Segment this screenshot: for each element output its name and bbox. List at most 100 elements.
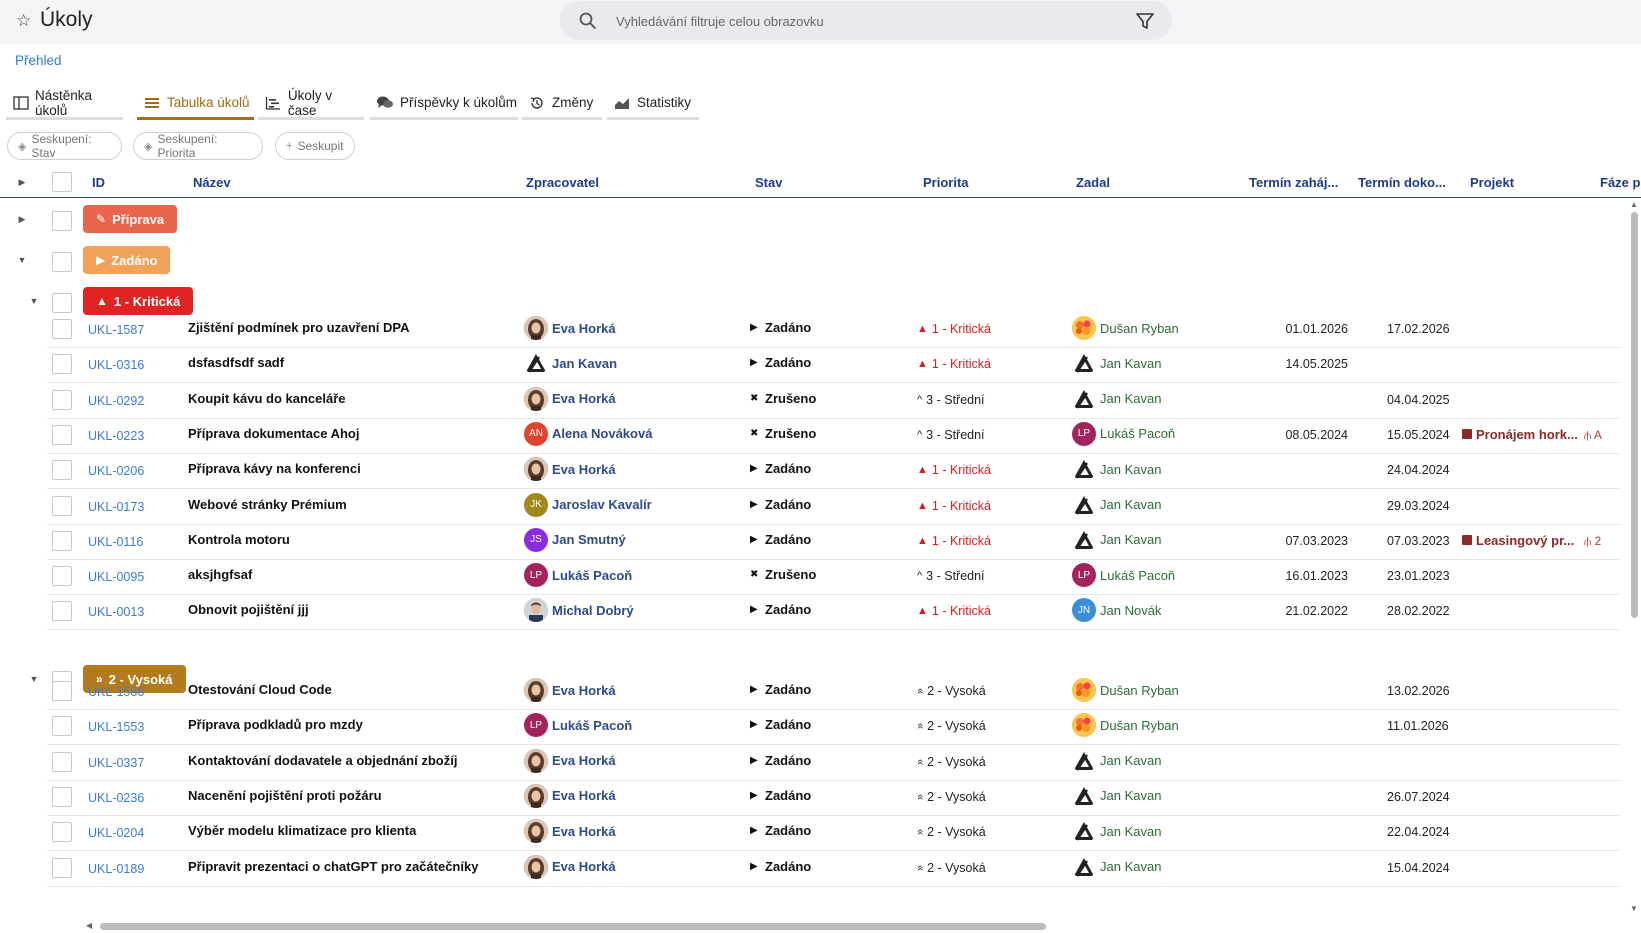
collapse-caret-icon[interactable]: ▼: [16, 255, 28, 265]
assignee-cell[interactable]: AN Alena Nováková: [524, 421, 652, 446]
row-checkbox[interactable]: [52, 319, 72, 339]
column-header-priority[interactable]: Priorita: [923, 175, 969, 190]
task-name[interactable]: Otestování Cloud Code: [188, 682, 498, 697]
assignee-cell[interactable]: Eva Horká: [524, 748, 616, 773]
creator-cell[interactable]: Dušan Ryban: [1072, 713, 1179, 738]
project-link[interactable]: Leasingový pr...: [1462, 533, 1574, 548]
row-checkbox[interactable]: [52, 460, 72, 481]
assignee-cell[interactable]: Eva Horká: [524, 819, 616, 844]
column-header-end-date[interactable]: Termín doko...: [1358, 175, 1450, 190]
row-checkbox[interactable]: [52, 857, 72, 878]
collapse-caret-icon[interactable]: ▼: [28, 296, 40, 306]
column-header-start-date[interactable]: Termín zaháj...: [1249, 175, 1347, 190]
creator-cell[interactable]: Dušan Ryban: [1072, 316, 1179, 340]
breadcrumb-overview[interactable]: Přehled: [15, 53, 62, 68]
tab-board[interactable]: Nástěnka úkolů: [6, 88, 123, 120]
table-row[interactable]: UKL-0173 Webové stránky Prémium JK Jaroslav…: [47, 488, 1620, 525]
column-header-creator[interactable]: Zadal: [1076, 175, 1110, 190]
chip-group-by-state[interactable]: ◈ Seskupení: Stav: [7, 132, 122, 160]
creator-cell[interactable]: Jan Kavan: [1072, 493, 1161, 517]
table-row[interactable]: UKL-0204 Výběr modelu klimatizace pro kli…: [47, 814, 1620, 852]
assignee-cell[interactable]: Eva Horká: [524, 854, 616, 879]
task-id-link[interactable]: UKL-0189: [88, 862, 144, 876]
task-name[interactable]: Zjištění podmínek pro uzavření DPA: [188, 320, 498, 335]
group-checkbox[interactable]: [52, 211, 72, 231]
table-row[interactable]: UKL-0316 dsfasdfsdf sadf Jan Kavan ▶ Zadáno ▲…: [47, 346, 1620, 384]
task-id-link[interactable]: UKL-0223: [88, 429, 144, 443]
row-checkbox[interactable]: [52, 354, 72, 375]
tab-history[interactable]: Změny: [522, 88, 602, 120]
table-row[interactable]: UKL-1553 Příprava podkladů pro mzdy LP Luká…: [47, 708, 1620, 746]
task-name[interactable]: Webové stránky Prémium: [188, 497, 498, 512]
row-checkbox[interactable]: [52, 566, 72, 587]
row-checkbox[interactable]: [52, 389, 72, 410]
column-header-name[interactable]: Název: [193, 175, 231, 190]
column-header-state[interactable]: Stav: [755, 175, 782, 190]
task-name[interactable]: Výběr modelu klimatizace pro klienta: [188, 823, 498, 838]
task-id-link[interactable]: UKL-0236: [88, 791, 144, 805]
table-row[interactable]: UKL-0223 Příprava dokumentace Ahoj AN Alena…: [47, 417, 1620, 454]
table-row[interactable]: UKL-0292 Koupit kávu do kanceláře Eva Hork…: [47, 382, 1620, 419]
column-header-assignee[interactable]: Zpracovatel: [526, 175, 599, 190]
row-checkbox[interactable]: [52, 786, 72, 807]
table-row[interactable]: UKL-0116 Kontrola motoru JS Jan Smutný ▶ Zadá…: [47, 523, 1620, 560]
task-name[interactable]: Připravit prezentaci o chatGPT pro začát…: [188, 859, 498, 874]
assignee-cell[interactable]: JS Jan Smutný: [524, 527, 626, 552]
row-checkbox[interactable]: [52, 716, 72, 737]
task-id-link[interactable]: UKL-0013: [88, 605, 144, 619]
task-id-link[interactable]: UKL-1553: [88, 720, 144, 734]
assignee-cell[interactable]: Eva Horká: [524, 386, 616, 411]
creator-cell[interactable]: LP Lukáš Pacoň: [1072, 563, 1175, 588]
task-id-link[interactable]: UKL-1586: [88, 685, 144, 699]
task-id-link[interactable]: UKL-0292: [88, 394, 144, 408]
filter-icon[interactable]: [1134, 10, 1156, 32]
column-header-id[interactable]: ID: [92, 175, 105, 190]
task-id-link[interactable]: UKL-0173: [88, 500, 144, 514]
assignee-cell[interactable]: Eva Horká: [524, 457, 616, 482]
search-input[interactable]: [616, 10, 1096, 32]
table-row[interactable]: UKL-0236 Nacenění pojištění proti požáru E…: [47, 779, 1620, 816]
task-name[interactable]: Obnovit pojištění jjj: [188, 602, 498, 617]
tab-statistics[interactable]: Statistiky: [607, 88, 699, 120]
assignee-cell[interactable]: LP Lukáš Pacoň: [524, 713, 632, 738]
collapse-caret-icon[interactable]: ▼: [28, 674, 40, 684]
task-id-link[interactable]: UKL-0316: [88, 358, 144, 372]
table-row[interactable]: UKL-0095 aksjhgfsaf LP Lukáš Pacoň ✖ Zrušeno ^…: [47, 558, 1620, 596]
project-link[interactable]: Pronájem hork...: [1462, 427, 1578, 442]
scroll-left-arrow-icon[interactable]: ◀: [86, 921, 92, 930]
table-row[interactable]: UKL-0206 Příprava kávy na konferenci Eva H…: [47, 452, 1620, 490]
creator-cell[interactable]: Jan Kavan: [1072, 351, 1161, 375]
row-checkbox[interactable]: [52, 601, 72, 622]
creator-cell[interactable]: Jan Kavan: [1072, 387, 1161, 411]
table-row[interactable]: UKL-0189 Připravit prezentaci o chatGPT p…: [47, 850, 1620, 887]
row-checkbox[interactable]: [52, 751, 72, 772]
task-id-link[interactable]: UKL-0206: [88, 464, 144, 478]
scroll-down-arrow-icon[interactable]: ▼: [1630, 904, 1638, 913]
task-id-link[interactable]: UKL-0204: [88, 826, 144, 840]
task-name[interactable]: Kontaktování dodavatele a objednání zbož…: [188, 753, 498, 768]
row-checkbox[interactable]: [52, 681, 72, 701]
scroll-up-arrow-icon[interactable]: ▲: [1630, 200, 1638, 209]
expand-caret-icon[interactable]: ▶: [16, 214, 28, 225]
favorite-star-icon[interactable]: ☆: [16, 11, 31, 31]
task-id-link[interactable]: UKL-0116: [88, 535, 143, 549]
column-header-phase[interactable]: Fáze p: [1600, 175, 1641, 190]
creator-cell[interactable]: Jan Kavan: [1072, 784, 1161, 808]
tab-table[interactable]: Tabulka úkolů: [137, 88, 254, 120]
search-icon[interactable]: [578, 11, 598, 31]
creator-cell[interactable]: Jan Kavan: [1072, 528, 1161, 552]
row-checkbox[interactable]: [52, 822, 72, 843]
group-checkbox[interactable]: [52, 293, 72, 313]
tab-comments[interactable]: Příspěvky k úkolům: [370, 88, 518, 120]
chip-group-by-priority[interactable]: ◈ Seskupení: Priorita: [133, 132, 263, 160]
assignee-cell[interactable]: Eva Horká: [524, 783, 616, 808]
task-name[interactable]: Kontrola motoru: [188, 532, 498, 547]
table-row[interactable]: UKL-0013 Obnovit pojištění jjj Michal Dobr…: [47, 593, 1620, 631]
creator-cell[interactable]: Dušan Ryban: [1072, 678, 1179, 702]
task-name[interactable]: Koupit kávu do kanceláře: [188, 391, 498, 406]
table-row[interactable]: UKL-1586 Otestování Cloud Code Eva Horká ▶ Z…: [47, 673, 1620, 710]
task-id-link[interactable]: UKL-1587: [88, 323, 144, 337]
horizontal-scrollbar-thumb[interactable]: [100, 923, 1046, 930]
select-all-checkbox[interactable]: [52, 172, 72, 192]
row-checkbox[interactable]: [52, 530, 72, 551]
